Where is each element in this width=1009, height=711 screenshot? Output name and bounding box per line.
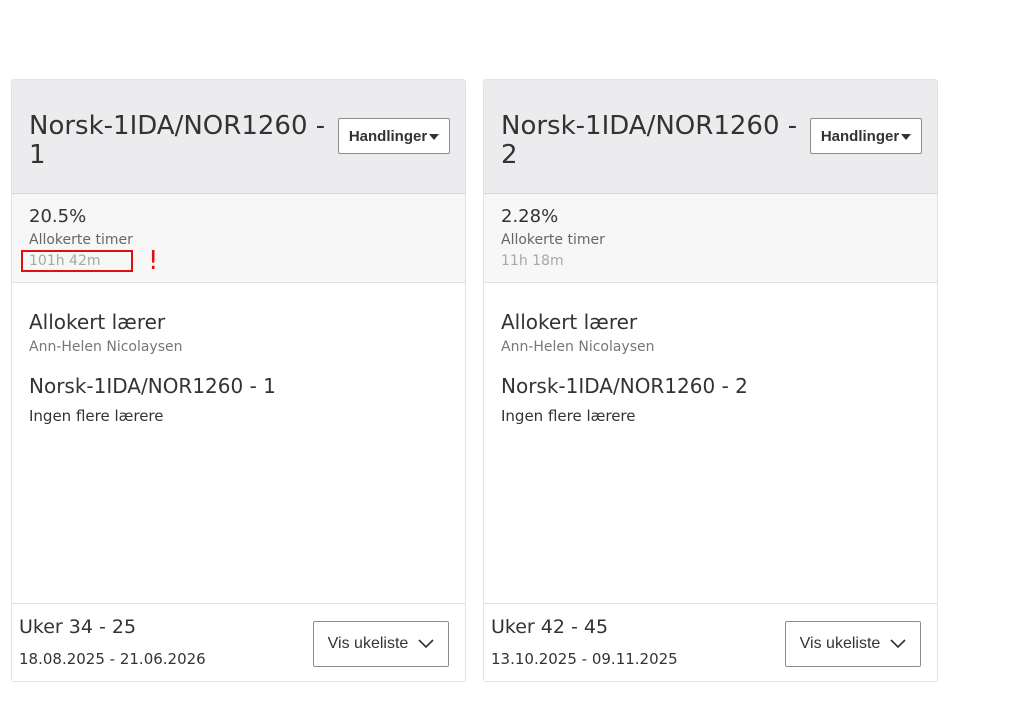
- card-body: Allokert lærer Ann-Helen Nicolaysen Nors…: [29, 309, 449, 425]
- week-list-label: Vis ukeliste: [327, 635, 409, 652]
- chevron-down-icon: [418, 639, 434, 649]
- week-list-label: Vis ukeliste: [799, 635, 881, 652]
- actions-label: Handlinger: [820, 127, 900, 145]
- date-range: 18.08.2025 - 21.06.2026: [19, 650, 206, 668]
- actions-dropdown-button[interactable]: Handlinger: [338, 118, 450, 154]
- card-title: Norsk-1IDA/NOR1260 - 1: [29, 111, 326, 170]
- actions-label: Handlinger: [348, 127, 428, 145]
- allocation-percent: 20.5%: [29, 206, 87, 227]
- allocation-stats: 2.28% Allokerte timer 11h 18m: [484, 194, 937, 283]
- group-name: Norsk-1IDA/NOR1260 - 1: [29, 374, 276, 398]
- show-week-list-button[interactable]: Vis ukeliste: [313, 621, 449, 667]
- card-footer: Uker 34 - 25 18.08.2025 - 21.06.2026 Vis…: [12, 603, 465, 681]
- warning-icon: !: [148, 246, 159, 276]
- card-header: Norsk-1IDA/NOR1260 - 2 Handlinger: [484, 80, 937, 194]
- week-range: Uker 42 - 45: [491, 616, 609, 638]
- teacher-heading: Allokert lærer: [29, 310, 166, 334]
- no-more-teachers-text: Ingen flere lærere: [501, 407, 636, 425]
- teacher-name: Ann-Helen Nicolaysen: [501, 339, 655, 355]
- card-footer: Uker 42 - 45 13.10.2025 - 09.11.2025 Vis…: [484, 603, 937, 681]
- teacher-heading: Allokert lærer: [501, 310, 638, 334]
- allocated-hours-value: 11h 18m: [501, 253, 564, 269]
- week-range: Uker 34 - 25: [19, 616, 137, 638]
- allocated-hours-label: Allokerte timer: [29, 232, 133, 248]
- date-range: 13.10.2025 - 09.11.2025: [491, 650, 678, 668]
- show-week-list-button[interactable]: Vis ukeliste: [785, 621, 921, 667]
- card-body: Allokert lærer Ann-Helen Nicolaysen Nors…: [501, 309, 921, 425]
- allocated-hours-label: Allokerte timer: [501, 232, 605, 248]
- caret-down-icon: [901, 134, 912, 140]
- allocation-card-1: Norsk-1IDA/NOR1260 - 1 Handlinger 20.5% …: [11, 79, 466, 682]
- teacher-name: Ann-Helen Nicolaysen: [29, 339, 183, 355]
- caret-down-icon: [429, 134, 440, 140]
- actions-dropdown-button[interactable]: Handlinger: [810, 118, 922, 154]
- hours-highlight-box: [21, 250, 133, 272]
- allocation-stats: 20.5% Allokerte timer 101h 42m !: [12, 194, 465, 283]
- card-header: Norsk-1IDA/NOR1260 - 1 Handlinger: [12, 80, 465, 194]
- allocation-percent: 2.28%: [501, 206, 559, 227]
- chevron-down-icon: [890, 639, 906, 649]
- no-more-teachers-text: Ingen flere lærere: [29, 407, 164, 425]
- allocation-card-2: Norsk-1IDA/NOR1260 - 2 Handlinger 2.28% …: [483, 79, 938, 682]
- group-name: Norsk-1IDA/NOR1260 - 2: [501, 374, 748, 398]
- card-title: Norsk-1IDA/NOR1260 - 2: [501, 111, 798, 170]
